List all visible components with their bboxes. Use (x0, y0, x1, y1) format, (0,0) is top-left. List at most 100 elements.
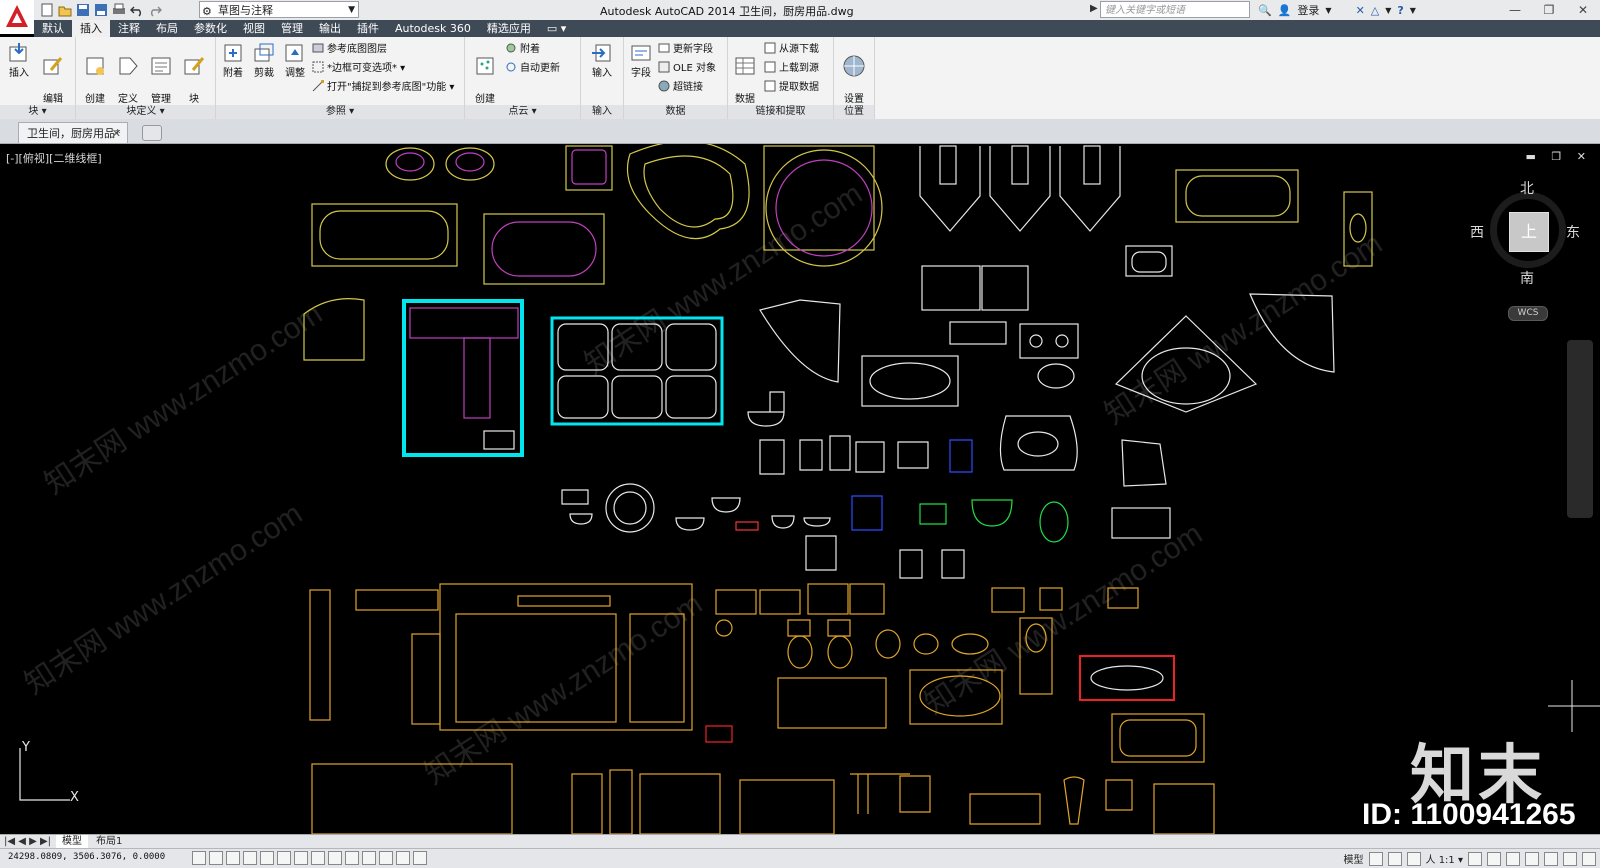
wcs-menu[interactable]: WCS (1508, 306, 1548, 321)
document-tab[interactable]: 卫生间，厨房用品* ✕ (18, 122, 128, 143)
new-tab-button[interactable] (142, 125, 162, 141)
layout-nav-arrows[interactable]: |◀ ◀ ▶ ▶| (4, 835, 51, 849)
extract-data-button[interactable]: 提取数据 (764, 80, 819, 96)
tab-insert[interactable]: 插入 (72, 20, 110, 37)
new-file-icon[interactable] (40, 3, 54, 17)
compass-south[interactable]: 南 (1520, 268, 1534, 288)
tab-annotate[interactable]: 注释 (110, 20, 148, 37)
expand-arrow-icon[interactable]: ▶ (1090, 3, 1098, 14)
chevron-down-icon[interactable]: ▼ (1385, 6, 1391, 15)
panel-title-block-definition[interactable]: 块定义 ▾ (76, 105, 215, 119)
tab-layout1[interactable]: 布局1 (92, 835, 126, 849)
minimize-button[interactable]: — (1498, 0, 1532, 20)
upload-to-source-button[interactable]: 上载到源 (764, 61, 819, 77)
annotation-visibility-icon[interactable] (1468, 851, 1482, 866)
snap-to-underlay-button[interactable]: 打开"捕捉到参考底图"功能 ▾ (312, 79, 454, 96)
ole-object-button[interactable]: OLE 对象 (658, 61, 716, 77)
undo-icon[interactable] (130, 3, 144, 17)
ribbon-display-toggle[interactable]: ▭ ▾ (539, 20, 574, 37)
stay-connected-icon[interactable]: △ (1371, 4, 1379, 17)
download-from-source-button[interactable]: 从源下载 (764, 42, 819, 58)
adjust-button[interactable]: 调整 (280, 41, 310, 80)
quick-properties-toggle[interactable] (396, 851, 410, 865)
panel-title-block[interactable]: 块 ▾ (0, 105, 75, 119)
save-as-icon[interactable] (94, 3, 108, 17)
workspace-select[interactable]: ⚙ 草图与注释 ▼ (199, 1, 359, 18)
attach-point-cloud-button[interactable]: 附着 (505, 42, 540, 58)
hyperlink-button[interactable]: 超链接 (658, 80, 703, 96)
snap-mode-toggle[interactable] (209, 851, 223, 865)
workspace-switch-icon[interactable] (1506, 851, 1520, 866)
pan-icon[interactable] (1406, 851, 1421, 866)
drawing-canvas[interactable]: [-][俯视][二维线框] ▬ ❐ ✕ 知末网 www.znzmo.com 知末… (0, 144, 1600, 834)
restore-button[interactable]: ❐ (1532, 0, 1566, 20)
polar-toggle[interactable] (260, 851, 274, 865)
osnap-toggle[interactable] (277, 851, 291, 865)
redo-icon[interactable] (148, 3, 162, 17)
close-icon[interactable]: ✕ (112, 123, 121, 144)
help-icon[interactable]: ? (1397, 4, 1403, 17)
ribbon-tabs: 默认 插入 注释 布局 参数化 视图 管理 输出 插件 Autodesk 360 精选应用 ▭ ▾ (34, 20, 1600, 37)
lineweight-toggle[interactable] (362, 851, 376, 865)
infer-constraints-toggle[interactable] (192, 851, 206, 865)
frame-variable-button[interactable]: *边框可变选项* ▾ (312, 61, 405, 77)
compass-east[interactable]: 东 (1566, 222, 1580, 242)
update-fields-button[interactable]: 更新字段 (658, 42, 713, 58)
chevron-down-icon[interactable]: ▼ (1325, 6, 1331, 15)
compass-west[interactable]: 西 (1470, 222, 1484, 242)
tab-manage[interactable]: 管理 (273, 20, 311, 37)
panel-title-point-cloud[interactable]: 点云 ▾ (465, 105, 580, 119)
hardware-acceleration-icon[interactable] (1544, 851, 1558, 866)
tab-featured-apps[interactable]: 精选应用 (479, 20, 539, 37)
import-button[interactable]: 输入 (587, 41, 617, 80)
quick-view-icon[interactable] (1387, 851, 1402, 866)
field-button[interactable]: 字段 (626, 41, 656, 80)
3d-osnap-toggle[interactable] (294, 851, 308, 865)
otrack-toggle[interactable] (311, 851, 325, 865)
login-link[interactable]: 登录 (1297, 2, 1319, 18)
ducs-toggle[interactable] (328, 851, 342, 865)
chevron-down-icon[interactable]: ▼ (1410, 6, 1416, 15)
navigation-bar[interactable] (1567, 340, 1593, 518)
clean-screen-icon[interactable] (1582, 851, 1596, 866)
auto-scale-icon[interactable] (1487, 851, 1501, 866)
transparency-toggle[interactable] (379, 851, 393, 865)
tab-view[interactable]: 视图 (235, 20, 273, 37)
open-file-icon[interactable] (58, 3, 72, 17)
print-icon[interactable] (112, 3, 126, 17)
compass-north[interactable]: 北 (1520, 178, 1534, 198)
tab-plugins[interactable]: 插件 (349, 20, 387, 37)
tab-autodesk-360[interactable]: Autodesk 360 (387, 20, 479, 37)
viewcube[interactable]: 北 南 西 东 上 WCS (1470, 181, 1580, 321)
dyn-toggle[interactable] (345, 851, 359, 865)
tab-layout[interactable]: 布局 (148, 20, 186, 37)
attach-button[interactable]: 附着 (218, 41, 248, 80)
save-icon[interactable] (76, 3, 90, 17)
create-block-icon (83, 54, 107, 78)
layout-icon[interactable] (1368, 851, 1383, 866)
grid-toggle[interactable] (226, 851, 240, 865)
selection-cycling-toggle[interactable] (413, 851, 427, 865)
clip-button[interactable]: 剪裁 (249, 41, 279, 80)
lock-icon[interactable] (1525, 851, 1539, 866)
tab-output[interactable]: 输出 (311, 20, 349, 37)
isolate-objects-icon[interactable] (1563, 851, 1577, 866)
coordinates-readout[interactable]: 24298.0809, 3506.3076, 0.0000 (8, 852, 165, 862)
tab-model[interactable]: 模型 (56, 835, 88, 849)
insert-block-button[interactable]: 插入 (4, 41, 34, 80)
model-space-label[interactable]: 模型 (1344, 851, 1364, 866)
binoculars-icon[interactable]: 🔍 (1258, 4, 1272, 17)
search-input[interactable]: 键入关键字或短语 (1100, 1, 1250, 18)
viewcube-top-face[interactable]: 上 (1509, 212, 1549, 252)
auto-update-button[interactable]: 自动更新 (505, 61, 560, 77)
annotation-scale[interactable]: 人 1:1 ▾ (1426, 851, 1463, 866)
underlay-layers-button[interactable]: 参考底图图层 (312, 42, 387, 58)
tab-default[interactable]: 默认 (34, 20, 72, 37)
ribbon: 插入 编辑 属性 块 ▾ 创建 块 定义 属性 管理 属性 块 编辑器 块定义 … (0, 37, 1600, 120)
exchange-icon[interactable]: ✕ (1356, 4, 1365, 17)
ortho-toggle[interactable] (243, 851, 257, 865)
close-button[interactable]: ✕ (1566, 0, 1600, 20)
panel-title-reference[interactable]: 参照 ▾ (216, 105, 464, 119)
application-menu-button[interactable] (0, 0, 34, 34)
tab-parametric[interactable]: 参数化 (186, 20, 235, 37)
